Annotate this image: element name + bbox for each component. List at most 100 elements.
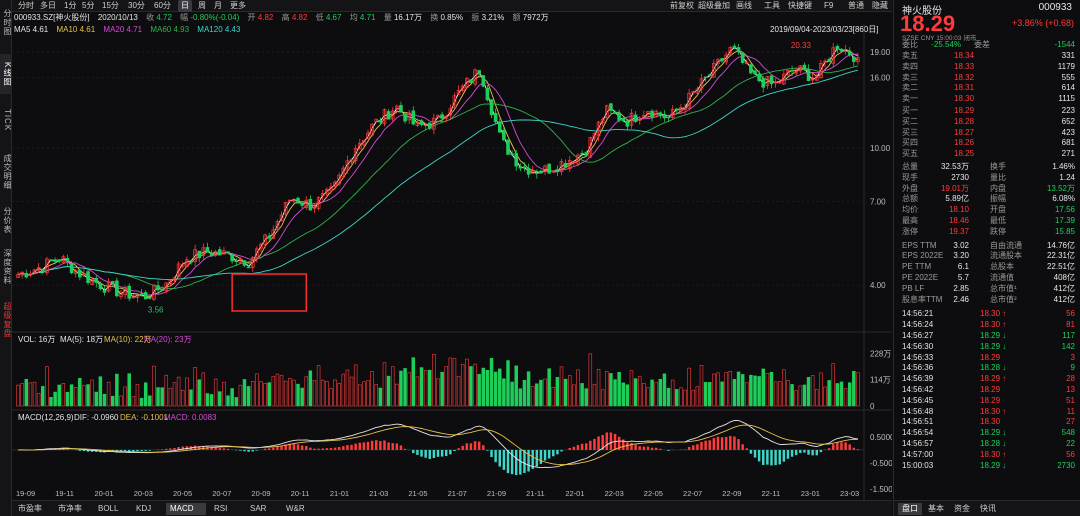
period-month[interactable]: 月 <box>212 0 224 12</box>
candle-body <box>769 75 774 85</box>
tab-wr[interactable]: W&R <box>282 503 309 515</box>
overlay-button[interactable]: 超级叠加 <box>696 0 732 12</box>
forward-adjust-button[interactable]: 前复权 <box>668 0 696 12</box>
volume-bar <box>209 394 214 407</box>
volume-bar <box>189 389 193 407</box>
date-tick-label: 21-07 <box>448 489 467 498</box>
stat-label: 量比 <box>990 172 1006 182</box>
volume-bar <box>777 381 782 407</box>
volume-bar <box>283 380 288 407</box>
tab-basic[interactable]: 基本 <box>924 503 948 515</box>
volume-bar <box>304 376 308 407</box>
tab-depth-data[interactable]: 深度资料 <box>0 243 12 291</box>
candle-body <box>584 152 589 156</box>
fund-label: PB LF <box>902 283 925 293</box>
stat-value: 15.85 <box>1054 226 1075 236</box>
hide-button[interactable]: 隐藏 <box>870 0 890 12</box>
candle-body <box>802 64 807 71</box>
tab-sar[interactable]: SAR <box>246 503 270 515</box>
volume-bar <box>456 375 461 407</box>
bid-price: 18.26 <box>954 138 975 148</box>
amplitude-value: 3.21% <box>481 13 505 22</box>
volume-bar <box>172 382 177 407</box>
tick-row: 14:56:39 18.29 ↑ 28 <box>894 374 1080 385</box>
period-more[interactable]: 更多 <box>228 0 248 12</box>
kline-chart-area[interactable]: 19.00 16.00 10.00 7.00 4.00 228万 114万 0 0.5000… <box>12 24 892 500</box>
tab-tick[interactable]: TICK <box>0 99 12 141</box>
tab-boll[interactable]: BOLL <box>94 503 122 515</box>
tick-volume: 56 <box>1066 449 1075 459</box>
volume-bar <box>617 371 621 407</box>
tab-macd[interactable]: MACD <box>166 503 206 515</box>
volume-bar <box>411 357 416 407</box>
shortcut-button[interactable]: 快捷键 <box>786 0 814 12</box>
period-week[interactable]: 周 <box>196 0 208 12</box>
volume-bar <box>761 368 765 407</box>
tab-capital[interactable]: 资金 <box>950 503 974 515</box>
tab-rsi[interactable]: RSI <box>210 503 231 515</box>
candle-body <box>481 75 486 87</box>
tick-volume: 3 <box>1070 352 1075 362</box>
candle-body <box>555 169 560 173</box>
volume-bar <box>292 379 296 407</box>
candle-body <box>411 110 416 125</box>
tab-trade-detail[interactable]: 成交明细 <box>0 148 12 196</box>
period-60min[interactable]: 60分 <box>152 0 173 12</box>
period-1min[interactable]: 1分 <box>62 0 78 12</box>
candle-body <box>296 197 300 204</box>
draw-line-button[interactable]: 画线 <box>734 0 754 12</box>
volume-bar <box>724 372 728 407</box>
ma-line <box>17 65 858 290</box>
tab-quote[interactable]: 盘口 <box>898 503 922 515</box>
tab-super-replay[interactable]: 超级复盘 <box>0 296 12 344</box>
tab-pb[interactable]: 市净率 <box>54 503 86 515</box>
tick-row: 14:56:54 18.29 ↓ 548 <box>894 428 1080 439</box>
price-tick-label: 4.00 <box>870 281 886 290</box>
tab-pe[interactable]: 市盈率 <box>14 503 46 515</box>
period-30min[interactable]: 30分 <box>126 0 147 12</box>
tab-news[interactable]: 快讯 <box>976 503 1000 515</box>
tick-volume: 81 <box>1066 320 1075 330</box>
candle-body <box>497 121 502 133</box>
period-intraday[interactable]: 分时 <box>16 0 36 12</box>
volume-bar <box>815 389 819 407</box>
volume-bar <box>806 377 811 407</box>
tab-price-table[interactable]: 分价表 <box>0 202 12 238</box>
f9-button[interactable]: F9 <box>822 0 835 12</box>
tick-time: 14:56:27 <box>902 331 934 340</box>
candle-body <box>493 112 498 123</box>
volume-bar <box>370 371 374 407</box>
highlight-box <box>231 273 308 312</box>
volume-bar <box>218 391 222 407</box>
tab-intraday[interactable]: 分时图 <box>0 2 12 42</box>
tab-kdj[interactable]: KDJ <box>132 503 155 515</box>
bid-row: 买四 18.26 681 <box>894 138 1080 149</box>
order-ratio-row: 委比 -25.54% 委差 -1544 <box>894 40 1080 51</box>
volume-tick-label: 114万 <box>870 376 891 385</box>
stat-value: 6.08% <box>1052 194 1075 204</box>
tools-button[interactable]: 工具 <box>762 0 782 12</box>
date-tick-label: 20-09 <box>251 489 270 498</box>
normal-mode-button[interactable]: 普通 <box>846 0 866 12</box>
candle-body <box>489 99 494 116</box>
ma-line <box>17 48 859 297</box>
period-5min[interactable]: 5分 <box>80 0 96 12</box>
volume-bar <box>452 358 457 407</box>
candle-body <box>613 112 617 114</box>
candle-body <box>156 285 160 291</box>
candle-body <box>502 129 506 141</box>
tab-kline[interactable]: K线图 <box>0 54 12 94</box>
amount-value: 7972万 <box>522 13 549 22</box>
period-15min[interactable]: 15分 <box>100 0 121 12</box>
candle-body <box>506 139 510 155</box>
fund-label: 股息率TTM <box>902 294 943 304</box>
period-day[interactable]: 日 <box>178 0 192 12</box>
volume-bar <box>810 375 815 407</box>
volume-bar <box>78 378 82 407</box>
candle-body <box>720 58 724 62</box>
candle-body <box>218 249 222 256</box>
candle-body <box>403 113 407 122</box>
volume-bar <box>156 387 160 407</box>
volume-bar <box>510 381 514 407</box>
period-multiday[interactable]: 多日 <box>38 0 58 12</box>
